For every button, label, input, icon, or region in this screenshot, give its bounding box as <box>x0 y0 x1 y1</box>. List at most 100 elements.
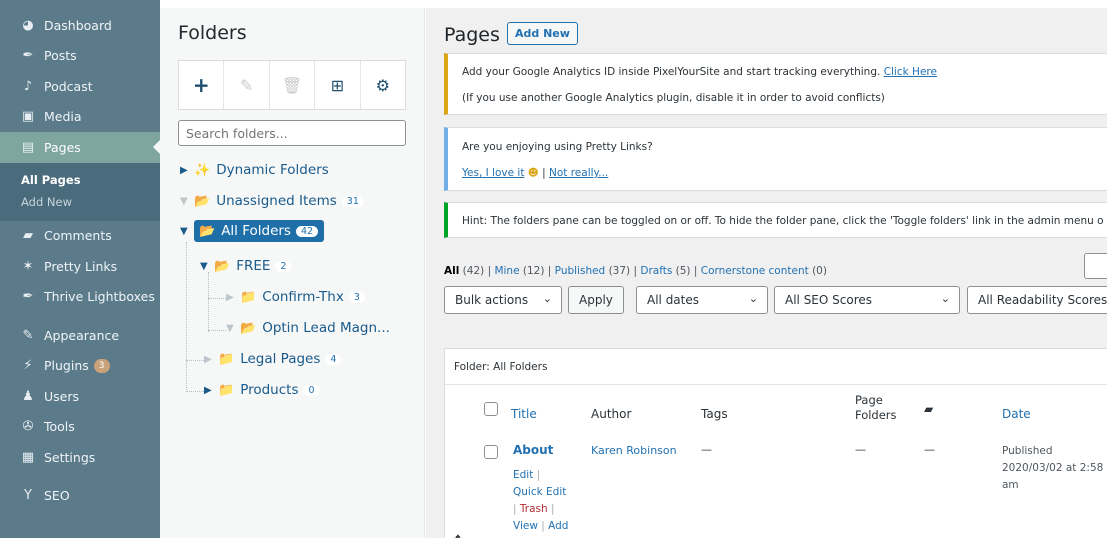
folder-all[interactable]: ▼ 📂 All Folders 42 <box>180 220 325 242</box>
sidebar-item-media[interactable]: ▣ Media <box>0 102 160 133</box>
sidebar-item-pages[interactable]: ▤ Pages <box>0 132 160 163</box>
page-title-text[interactable]: About <box>513 443 553 457</box>
bulk-actions-select[interactable]: Bulk actions ⌄ <box>444 286 562 314</box>
menu-separator <box>0 312 160 320</box>
tree-guide <box>186 360 204 361</box>
folder-icon: 📁 <box>218 351 235 367</box>
love-it-link[interactable]: Yes, I love it <box>462 167 524 179</box>
page-comments: — <box>924 443 935 456</box>
folder-open-icon: 📂 <box>199 223 216 239</box>
sidebar-item-comments[interactable]: ▰ Comments <box>0 221 160 252</box>
sidebar-item-podcast[interactable]: ♪ Podcast <box>0 71 160 102</box>
folder-all-label[interactable]: 📂 All Folders 42 <box>194 220 325 242</box>
pages-table: Folder: All Folders Title Author Tags Pa… <box>444 348 1107 538</box>
view-link[interactable]: View <box>513 520 538 532</box>
sidebar-item-appearance[interactable]: ✎ Appearance <box>0 320 160 351</box>
page-author[interactable]: Karen Robinson <box>591 444 677 457</box>
trash-link[interactable]: Trash <box>520 503 548 515</box>
expand-arrow-icon[interactable]: ▶ <box>180 165 194 176</box>
sidebar-item-settings[interactable]: ▦ Settings <box>0 442 160 473</box>
collapse-arrow-icon: ▼ <box>180 195 188 207</box>
author-link[interactable]: Karen Robinson <box>591 444 677 457</box>
column-tags: Tags <box>701 407 728 421</box>
select-value: Bulk actions <box>455 293 529 307</box>
star-link-icon: ✶ <box>22 258 34 274</box>
expand-arrow-icon[interactable]: ▶ <box>204 354 218 365</box>
click-here-link[interactable]: Click Here <box>884 66 937 78</box>
select-all-checkbox[interactable] <box>484 402 498 416</box>
submenu-item-all-pages[interactable]: All Pages <box>0 169 160 191</box>
dates-select[interactable]: All dates ⌄ <box>636 286 768 314</box>
folder-unassigned[interactable]: ▼ 📂 Unassigned Items 31 <box>180 193 364 209</box>
expand-arrow-icon[interactable]: ▶ <box>226 292 240 303</box>
add-link[interactable]: Add <box>548 520 568 532</box>
filter-published[interactable]: Published <box>555 265 606 277</box>
sidebar-item-pretty-links[interactable]: ✶ Pretty Links <box>0 251 160 282</box>
status-filters: All (42) | Mine (12) | Published (37) | … <box>444 265 827 277</box>
page-title-link[interactable]: About <box>513 443 553 457</box>
search-pages-input[interactable] <box>1084 253 1107 279</box>
sidebar-item-seo[interactable]: Y SEO <box>0 481 160 512</box>
pages-icon: ▤ <box>21 139 35 155</box>
folders-pane: Folders + ✎ 🗑 ⊞ ⚙ ▶ ✨ Dynamic Folders ▼ … <box>160 8 425 538</box>
column-title[interactable]: Title <box>511 407 537 421</box>
main-content: Pages Add New Add your Google Analytics … <box>426 8 1107 538</box>
sidebar-item-label: Plugins <box>44 358 89 374</box>
edit-link[interactable]: Edit <box>513 469 533 481</box>
page-date: Published 2020/03/02 at 2:58 am <box>1002 443 1103 494</box>
date-status: Published <box>1002 445 1053 457</box>
sidebar-item-plugins[interactable]: ⚡ Plugins 3 <box>0 351 160 382</box>
column-date[interactable]: Date <box>1002 407 1031 421</box>
filter-drafts[interactable]: Drafts <box>640 265 672 277</box>
add-new-button[interactable]: Add New <box>507 22 578 45</box>
folder-label: Products <box>240 382 299 398</box>
page-title: Pages <box>444 24 500 46</box>
comments-icon: ▰ <box>924 402 934 416</box>
collapse-arrow-icon[interactable]: ▼ <box>200 261 214 272</box>
sidebar-item-label: Podcast <box>44 78 93 94</box>
sidebar-item-dashboard[interactable]: ◕ Dashboard <box>0 10 160 41</box>
folder-confirm-thx[interactable]: ▶ 📁 Confirm-Thx 3 <box>226 289 365 305</box>
folder-free[interactable]: ▼ 📂 FREE 2 <box>200 258 292 274</box>
apply-button[interactable]: Apply <box>568 286 624 314</box>
collapse-arrow-icon[interactable]: ▼ <box>180 226 194 237</box>
sidebar-item-users[interactable]: ♟ Users <box>0 381 160 412</box>
tree-guide <box>208 298 226 299</box>
folder-count: 31 <box>341 195 364 207</box>
chevron-down-icon: ⌄ <box>748 292 758 305</box>
sidebar-item-label: Appearance <box>44 327 120 343</box>
filter-cornerstone[interactable]: Cornerstone content <box>701 265 809 277</box>
filter-all[interactable]: All <box>444 265 459 277</box>
folder-icon: 📁 <box>218 382 235 398</box>
move-handle-icon[interactable]: ✥ <box>452 533 464 538</box>
sidebar-item-thrive-lightboxes[interactable]: ✒ Thrive Lightboxes <box>0 282 160 313</box>
row-checkbox[interactable] <box>484 445 498 459</box>
seo-scores-select[interactable]: All SEO Scores ⌄ <box>774 286 960 314</box>
sidebar-item-posts[interactable]: ✒ Posts <box>0 41 160 72</box>
folder-products[interactable]: ▶ 📁 Products 0 <box>204 382 320 398</box>
filter-count: (42) <box>462 265 485 277</box>
folder-label: Optin Lead Magn... <box>262 320 390 336</box>
folder-optin[interactable]: ▼ 📂 Optin Lead Magn... <box>226 320 390 336</box>
quick-edit-link[interactable]: Quick Edit <box>513 486 566 498</box>
folder-dynamic[interactable]: ▶ ✨ Dynamic Folders <box>180 162 329 178</box>
folder-label: Dynamic Folders <box>216 162 329 178</box>
sidebar-item-label: Pretty Links <box>44 258 118 274</box>
sidebar-item-tools[interactable]: ✇ Tools <box>0 412 160 443</box>
page-folders: — <box>855 443 866 456</box>
folder-count: 3 <box>348 291 365 303</box>
readability-select[interactable]: All Readability Scores <box>967 286 1107 314</box>
expand-arrow-icon[interactable]: ▶ <box>204 385 218 396</box>
folders-hint-notice: Hint: The folders pane can be toggled on… <box>444 202 1107 238</box>
folder-label: Legal Pages <box>240 351 321 367</box>
column-label: Page <box>855 393 883 407</box>
submenu-item-add-new[interactable]: Add New <box>0 191 160 213</box>
yoast-icon: Y <box>24 488 32 504</box>
column-page-folders: Page Folders <box>855 393 897 423</box>
not-really-link[interactable]: Not really... <box>549 167 608 179</box>
sidebar-item-label: Thrive Lightboxes <box>44 289 155 305</box>
filter-mine[interactable]: Mine <box>494 265 519 277</box>
select-value: All SEO Scores <box>785 293 873 307</box>
folder-legal-pages[interactable]: ▶ 📁 Legal Pages 4 <box>204 351 342 367</box>
folder-count: 42 <box>295 225 319 237</box>
